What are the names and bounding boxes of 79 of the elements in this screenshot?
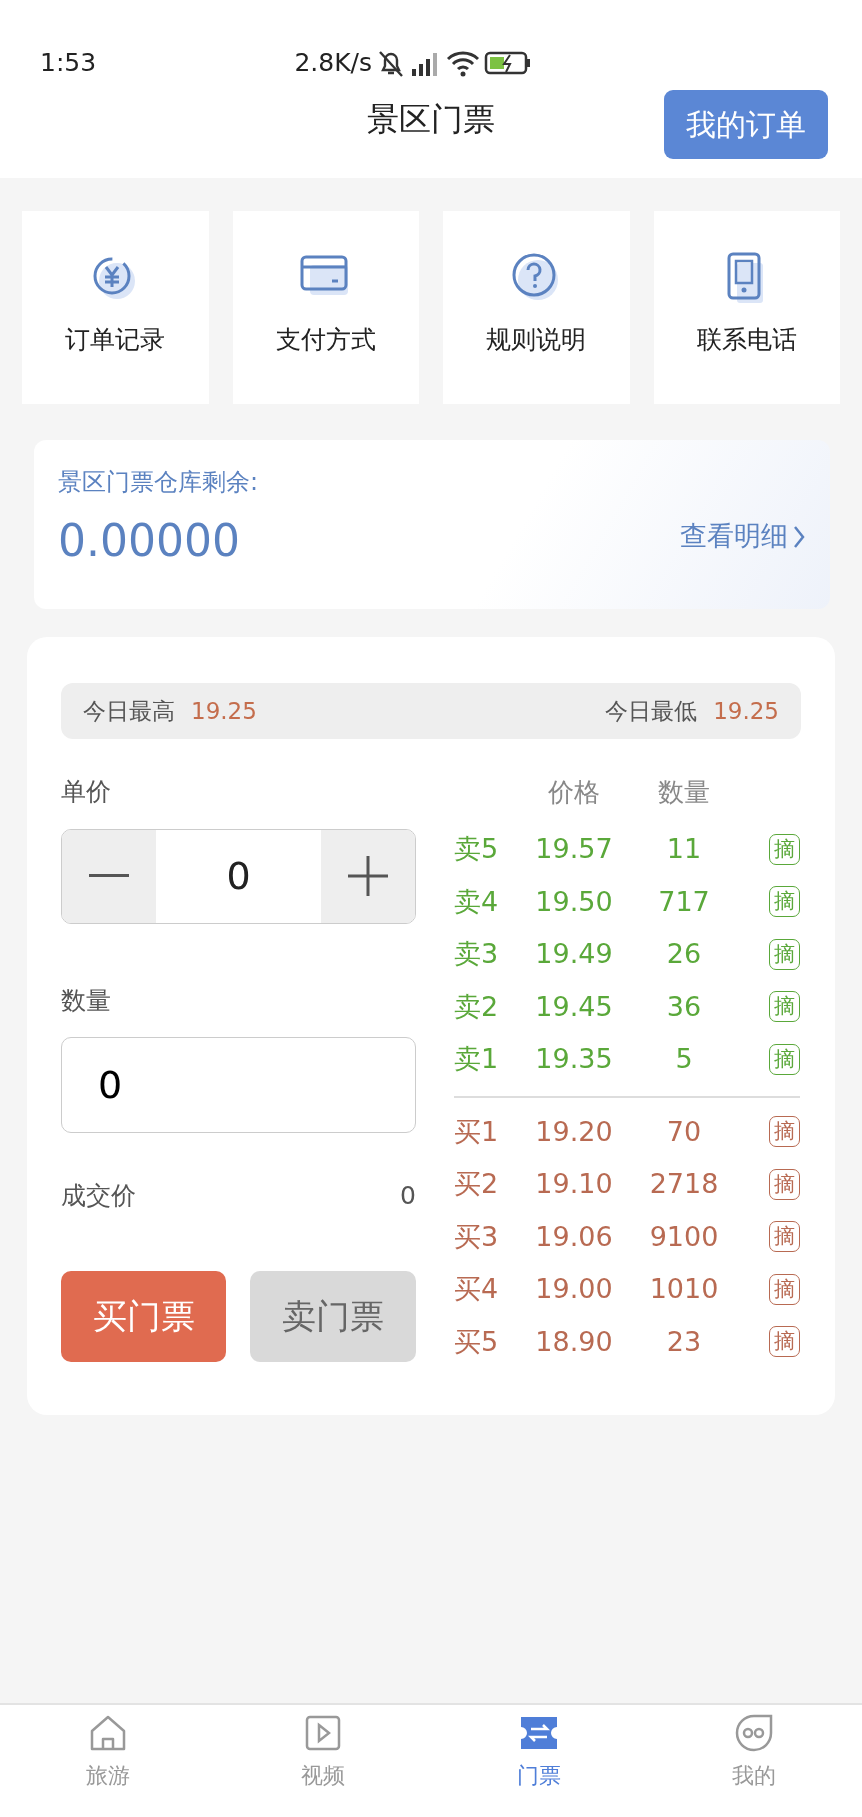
take-order-button[interactable]: 摘 bbox=[769, 1043, 800, 1075]
order-price: 19.35 bbox=[534, 1042, 614, 1076]
order-price: 19.20 bbox=[534, 1114, 614, 1149]
page-title: 景区门票 bbox=[367, 99, 495, 140]
order-quantity: 23 bbox=[665, 1324, 703, 1359]
shortcut-card[interactable]: 联系电话 bbox=[653, 211, 840, 404]
face-icon bbox=[734, 1713, 775, 1753]
price-label: 单价 bbox=[61, 776, 112, 808]
take-order-button[interactable]: 摘 bbox=[769, 1221, 800, 1253]
details-link[interactable]: 查看明细 bbox=[680, 516, 806, 557]
shortcut-label: 联系电话 bbox=[696, 324, 797, 356]
deal-price-label: 成交价 bbox=[61, 1180, 136, 1212]
take-order-button[interactable]: 摘 bbox=[769, 1326, 800, 1358]
minus-icon bbox=[89, 874, 129, 878]
low-value: 19.25 bbox=[713, 696, 779, 726]
order-level: 卖1 bbox=[454, 1042, 500, 1076]
order-quantity: 717 bbox=[657, 884, 711, 919]
take-order-button[interactable]: 摘 bbox=[769, 833, 800, 865]
order-level: 卖3 bbox=[454, 937, 500, 971]
take-order-button[interactable]: 摘 bbox=[769, 1116, 800, 1148]
order-level: 卖2 bbox=[454, 989, 500, 1024]
quantity-field[interactable]: 0 bbox=[61, 1037, 416, 1133]
order-quantity: 11 bbox=[665, 832, 703, 866]
order-quantity: 2718 bbox=[648, 1167, 720, 1201]
order-price: 19.49 bbox=[534, 937, 614, 971]
battery-icon bbox=[484, 49, 532, 76]
shortcut-card[interactable]: 规则说明 bbox=[443, 211, 630, 404]
minus-button[interactable] bbox=[62, 829, 156, 923]
my-orders-button[interactable]: 我的订单 bbox=[664, 90, 828, 159]
take-order-button[interactable]: 摘 bbox=[769, 886, 800, 918]
status-time: 1:53 bbox=[40, 46, 97, 79]
plus-button[interactable] bbox=[321, 829, 415, 923]
deal-price-value: 0 bbox=[400, 1180, 416, 1212]
tab-item[interactable]: 视频 bbox=[215, 1705, 431, 1817]
price-value: 0 bbox=[225, 852, 252, 900]
order-price: 19.10 bbox=[534, 1167, 614, 1201]
take-order-button[interactable]: 摘 bbox=[769, 938, 800, 970]
stock-label: 景区门票仓库剩余: bbox=[58, 467, 259, 498]
take-order-button[interactable]: 摘 bbox=[769, 991, 800, 1023]
order-price: 19.50 bbox=[534, 884, 614, 919]
order-level: 买4 bbox=[454, 1272, 500, 1306]
order-quantity: 36 bbox=[665, 989, 703, 1024]
order-quantity: 26 bbox=[665, 937, 703, 971]
order-price: 18.90 bbox=[534, 1324, 614, 1359]
order-level: 买2 bbox=[454, 1167, 500, 1201]
order-quantity: 5 bbox=[674, 1042, 694, 1076]
order-level: 卖5 bbox=[454, 832, 500, 866]
order-price: 19.57 bbox=[534, 832, 614, 866]
quantity-label: 数量 bbox=[61, 984, 112, 1017]
tab-item[interactable]: 门票 bbox=[431, 1705, 647, 1817]
shortcut-card[interactable]: 支付方式 bbox=[232, 211, 419, 404]
order-price: 19.45 bbox=[534, 989, 614, 1024]
order-quantity: 1010 bbox=[648, 1272, 720, 1306]
shortcut-label: 规则说明 bbox=[486, 324, 587, 356]
shortcut-label: 订单记录 bbox=[65, 324, 166, 356]
tab-item[interactable]: 我的 bbox=[646, 1705, 862, 1817]
column-header: 数量 bbox=[657, 776, 711, 809]
shortcut-label: 支付方式 bbox=[275, 324, 376, 356]
high-value: 19.25 bbox=[191, 696, 257, 726]
low-label: 今日最低 bbox=[605, 696, 698, 726]
plus-icon bbox=[348, 856, 388, 896]
buy-ticket-button[interactable]: 买门票 bbox=[61, 1270, 226, 1362]
order-price: 19.06 bbox=[534, 1219, 614, 1254]
stock-value: 0.00000 bbox=[58, 514, 241, 568]
order-level: 买3 bbox=[454, 1219, 500, 1254]
order-quantity: 9100 bbox=[648, 1219, 720, 1254]
order-level: 买1 bbox=[454, 1114, 500, 1149]
order-quantity: 70 bbox=[665, 1114, 703, 1149]
network-speed: 2.8K/s bbox=[294, 46, 372, 79]
column-header: 价格 bbox=[547, 776, 601, 809]
tab-item[interactable]: 旅游 bbox=[0, 1705, 216, 1817]
take-order-button[interactable]: 摘 bbox=[769, 1168, 800, 1200]
shortcut-card[interactable]: 订单记录 bbox=[22, 211, 209, 404]
high-label: 今日最高 bbox=[83, 696, 175, 726]
take-order-button[interactable]: 摘 bbox=[769, 1273, 800, 1305]
sell-ticket-button[interactable]: 卖门票 bbox=[250, 1270, 416, 1362]
order-price: 19.00 bbox=[534, 1272, 614, 1306]
order-level: 买5 bbox=[454, 1324, 500, 1359]
order-level: 卖4 bbox=[454, 884, 500, 919]
